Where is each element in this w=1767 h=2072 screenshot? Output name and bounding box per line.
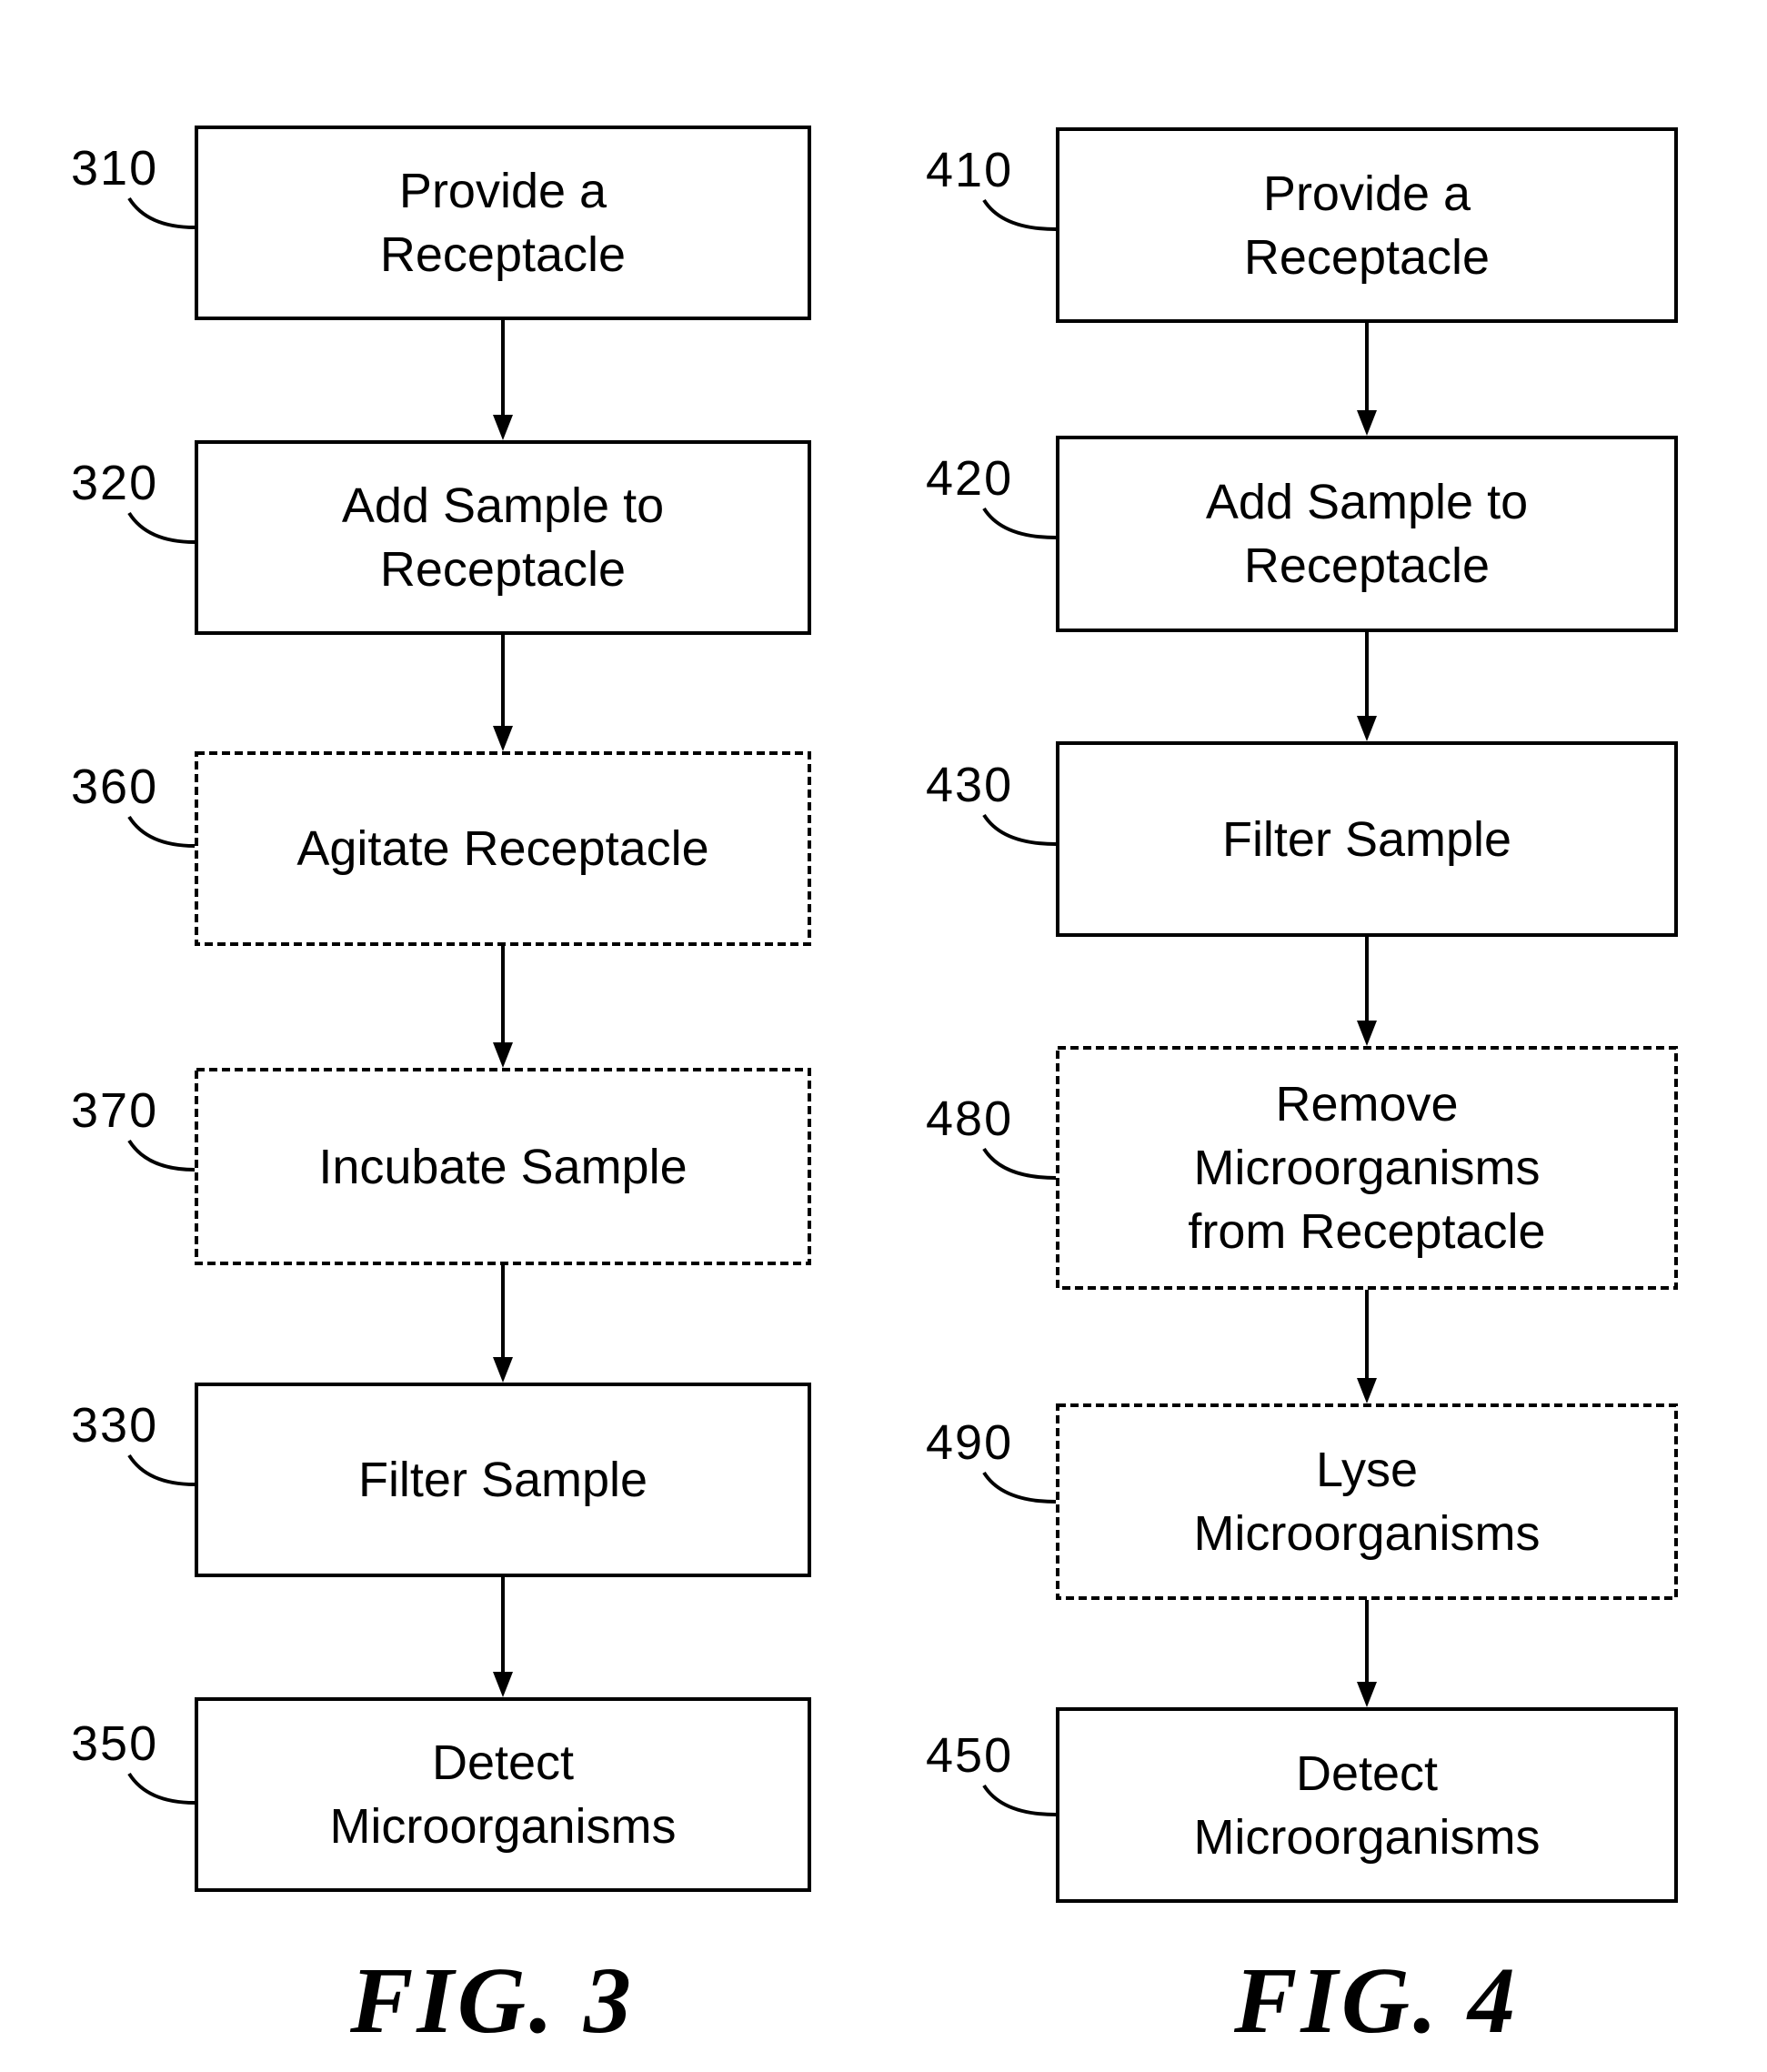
leader-line-310 [127, 196, 196, 229]
step-text: Filter Sample [357, 1453, 648, 1507]
step-text: Detect Microorganisms [1193, 1745, 1541, 1865]
step-text: Filter Sample [1221, 811, 1512, 867]
leader-line-490 [982, 1471, 1057, 1504]
leader-line-430 [982, 813, 1057, 846]
step-text: Lyse Microorganisms [1193, 1443, 1541, 1561]
leader-line-360 [127, 815, 196, 848]
arrowhead-icon [1357, 716, 1377, 741]
step-box-410: Provide a Receptacle [1056, 127, 1678, 323]
step-box-330: Filter Sample [195, 1383, 811, 1577]
step-text: Add Sample to Receptacle [1205, 475, 1529, 593]
leader-line-410 [982, 198, 1057, 231]
reference-numeral-350: 350 [71, 1716, 159, 1771]
leader-line-370 [127, 1139, 196, 1172]
step-box-480: Remove Microorganisms from Receptacle [1056, 1046, 1678, 1290]
step-box-430: Filter Sample [1056, 741, 1678, 937]
step-box-370: Incubate Sample [195, 1068, 811, 1265]
step-text: Incubate Sample [318, 1139, 688, 1194]
step-box-420: Add Sample to Receptacle [1056, 436, 1678, 632]
step-box-490: Lyse Microorganisms [1056, 1403, 1678, 1600]
reference-numeral-360: 360 [71, 759, 159, 814]
arrowhead-icon [493, 1042, 513, 1068]
arrowhead-icon [1357, 410, 1377, 436]
reference-numeral-480: 480 [926, 1091, 1014, 1146]
reference-numeral-420: 420 [926, 451, 1014, 506]
reference-numeral-490: 490 [926, 1415, 1014, 1470]
figure-label-fig-3: FIG. 3 [350, 1948, 635, 2053]
reference-numeral-320: 320 [71, 456, 159, 510]
patent-drawing-sheet: FIG. 3 FIG. 4 Provide a Receptacle 310 Add… [0, 0, 1767, 2072]
reference-numeral-450: 450 [926, 1728, 1014, 1783]
leader-line-350 [127, 1772, 196, 1805]
figure-label-fig-4: FIG. 4 [1234, 1948, 1519, 2053]
arrowhead-icon [493, 415, 513, 440]
leader-line-320 [127, 511, 196, 544]
reference-numeral-370: 370 [71, 1083, 159, 1138]
reference-numeral-310: 310 [71, 141, 159, 196]
reference-numeral-330: 330 [71, 1398, 159, 1453]
arrowhead-icon [1357, 1682, 1377, 1707]
arrowhead-icon [1357, 1021, 1377, 1046]
step-box-310: Provide a Receptacle [195, 126, 811, 320]
step-text: Agitate Receptacle [296, 821, 709, 876]
arrowhead-icon [493, 1357, 513, 1383]
step-text: Remove Microorganisms from Receptacle [1188, 1077, 1546, 1259]
leader-line-450 [982, 1784, 1057, 1816]
arrowhead-icon [493, 1672, 513, 1697]
step-text: Detect Microorganisms [329, 1735, 677, 1854]
step-text: Provide a Receptacle [1243, 166, 1491, 285]
arrowhead-icon [1357, 1378, 1377, 1403]
step-box-450: Detect Microorganisms [1056, 1707, 1678, 1903]
step-box-360: Agitate Receptacle [195, 751, 811, 946]
step-box-350: Detect Microorganisms [195, 1697, 811, 1892]
reference-numeral-410: 410 [926, 143, 1014, 197]
step-text: Provide a Receptacle [379, 164, 627, 282]
step-text: Add Sample to Receptacle [341, 478, 665, 597]
step-box-320: Add Sample to Receptacle [195, 440, 811, 635]
arrowhead-icon [493, 726, 513, 751]
reference-numeral-430: 430 [926, 758, 1014, 812]
leader-line-420 [982, 507, 1057, 539]
leader-line-480 [982, 1147, 1057, 1180]
leader-line-330 [127, 1453, 196, 1486]
